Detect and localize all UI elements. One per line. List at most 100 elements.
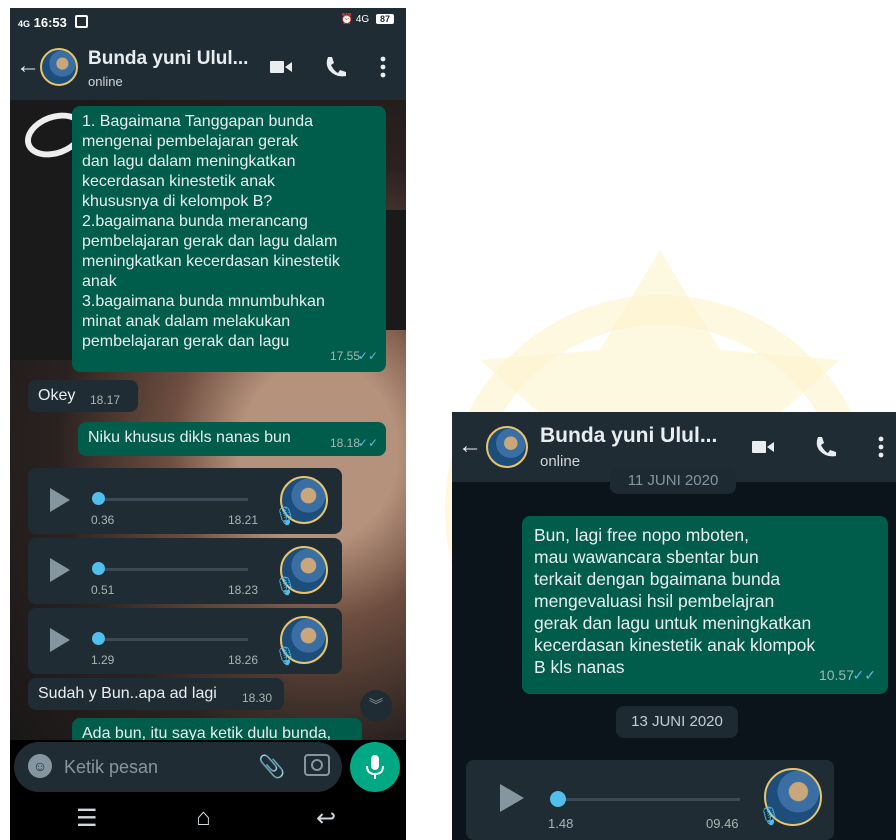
message-line: terkait dengan bgaimana bunda [534, 569, 781, 589]
mic-icon: 🎙 [758, 806, 781, 826]
battery-indicator: 87 [375, 14, 394, 24]
audio-progress-track[interactable] [98, 498, 248, 501]
message-line: khususnya di kelompok B? [82, 193, 273, 210]
message-time: 18.21 [228, 513, 259, 527]
play-icon[interactable] [50, 628, 70, 652]
mic-icon [366, 755, 384, 779]
double-check-icon: ✓✓ [357, 436, 378, 450]
audio-progress-track[interactable] [98, 568, 248, 571]
alarm-network-indicator: ⏰ 4G [340, 14, 370, 25]
notification-icon [74, 15, 88, 28]
phone-icon[interactable] [812, 434, 838, 460]
message-text: Okey [38, 387, 76, 404]
message-line: mengenai pembelajaran gerak [82, 133, 299, 150]
message-line: minat anak dalam melakukan [82, 313, 291, 330]
menu-icon[interactable]: ☰ [76, 804, 98, 833]
double-check-icon: ✓✓ [357, 349, 378, 363]
message-text: Ada bun, itu saya ketik dulu bunda, [82, 725, 332, 740]
message-line: 2.bagaimana bunda merancang [82, 213, 308, 230]
outgoing-message[interactable]: 1. Bagaimana Tanggapan bunda mengenai pe… [72, 106, 386, 372]
attach-icon[interactable]: 📎 [258, 754, 285, 780]
play-icon[interactable] [500, 784, 524, 812]
audio-progress-thumb[interactable] [550, 791, 566, 807]
chevron-down-icon: ︾ [369, 697, 383, 713]
clock: 16:53 [33, 15, 67, 30]
status-bar: 4G 16:53 ⏰ 4G 87 [10, 8, 406, 36]
message-line: Bun, lagi free nopo mboten, [534, 525, 750, 545]
voice-duration: 0.51 [91, 583, 115, 597]
outgoing-message[interactable]: Bun, lagi free nopo mboten, mau wawancar… [522, 516, 888, 694]
voice-record-button[interactable] [350, 742, 400, 792]
system-nav-bar: ☰ ⌂ ↩ [10, 798, 406, 840]
more-vert-icon[interactable] [370, 54, 396, 80]
message-line: mau wawancara sbentar bun [534, 547, 759, 567]
date-chip-label: 13 JUNI 2020 [631, 713, 723, 730]
back-nav-icon[interactable]: ↩ [316, 804, 336, 833]
voice-message[interactable]: 0.36 18.21 🎙 [28, 468, 342, 534]
message-line: pembelajaran gerak dan lagu dalam [82, 233, 338, 250]
contact-name[interactable]: Bunda yuni Ulul... [540, 424, 717, 448]
chat-area[interactable]: 11 JUNI 2020 Bun, lagi free nopo mboten,… [452, 468, 896, 840]
audio-progress-thumb[interactable] [92, 562, 105, 575]
video-call-icon[interactable] [268, 54, 294, 80]
message-line: dan lagu dalam meningkatkan [82, 153, 296, 170]
message-input[interactable] [62, 752, 246, 782]
more-vert-icon[interactable] [868, 434, 894, 460]
arrow-left-icon[interactable]: ← [16, 52, 40, 80]
message-line: 1. Bagaimana Tanggapan bunda [82, 113, 314, 130]
left-phone-screen: 4G 16:53 ⏰ 4G 87 ← Bunda yuni Ulul... on… [10, 8, 406, 840]
outgoing-message[interactable]: Ada bun, itu saya ketik dulu bunda, [72, 718, 362, 740]
voice-duration: 1.48 [548, 816, 574, 831]
message-line: gerak dan lagu untuk meningkatkan [534, 613, 812, 633]
message-time: 18.23 [228, 583, 259, 597]
arrow-left-icon[interactable]: ← [458, 432, 482, 460]
message-text: Niku khusus dikls nanas bun [88, 429, 291, 446]
incoming-message[interactable]: Sudah y Bun..apa ad lagi 18.30 [28, 678, 284, 710]
mic-icon: 🎙 [274, 576, 297, 596]
message-time: 17.55 [329, 349, 360, 363]
signal-indicator: 4G [18, 19, 31, 29]
message-time: 18.30 [242, 691, 273, 705]
audio-progress-thumb[interactable] [92, 632, 105, 645]
voice-duration: 1.29 [91, 653, 115, 667]
mic-icon: 🎙 [274, 506, 297, 526]
audio-progress-thumb[interactable] [92, 492, 105, 505]
chat-area[interactable]: 1. Bagaimana Tanggapan bunda mengenai pe… [10, 100, 406, 740]
date-chip-label: 11 JUNI 2020 [627, 472, 719, 489]
message-line: mengevaluasi hsil pembelajran [534, 591, 775, 611]
date-chip: 11 JUNI 2020 [610, 468, 736, 494]
contact-status: online [540, 453, 581, 470]
message-time: 18.26 [228, 653, 259, 667]
emoji-icon[interactable]: ☺ [28, 754, 52, 778]
home-icon[interactable]: ⌂ [196, 804, 211, 832]
video-call-icon[interactable] [750, 434, 776, 460]
contact-avatar[interactable] [486, 426, 528, 468]
message-line: anak [82, 273, 117, 290]
voice-message[interactable]: 1.48 09.46 🎙 [466, 760, 834, 840]
camera-icon[interactable] [304, 754, 330, 776]
voice-message[interactable]: 1.29 18.26 🎙 [28, 608, 342, 674]
contact-status: online [88, 74, 123, 89]
incoming-message[interactable]: Okey 18.17 [28, 380, 138, 412]
right-phone-screen: ← Bunda yuni Ulul... online 11 JUNI 2020… [452, 412, 896, 840]
message-input-bar: ☺ 📎 [14, 742, 342, 792]
audio-progress-track[interactable] [98, 638, 248, 641]
message-time: 09.46 [706, 816, 739, 831]
contact-avatar[interactable] [40, 48, 78, 86]
message-line: kecerdasan kinestetik anak [82, 173, 275, 190]
contact-name[interactable]: Bunda yuni Ulul... [88, 48, 248, 70]
outgoing-message[interactable]: Niku khusus dikls nanas bun 18.18 ✓✓ [78, 422, 386, 456]
date-chip: 13 JUNI 2020 [616, 706, 738, 738]
message-time: 18.18 [329, 436, 360, 450]
play-icon[interactable] [50, 488, 70, 512]
voice-message[interactable]: 0.51 18.23 🎙 [28, 538, 342, 604]
scroll-down-button[interactable]: ︾ [360, 690, 392, 722]
voice-duration: 0.36 [91, 513, 115, 527]
double-check-icon: ✓✓ [852, 667, 876, 683]
audio-progress-track[interactable] [560, 798, 740, 801]
message-time: 10.57 [818, 667, 854, 683]
phone-icon[interactable] [322, 54, 348, 80]
mic-icon: 🎙 [274, 646, 297, 666]
message-line: 3.bagaimana bunda mnumbuhkan [82, 293, 325, 310]
play-icon[interactable] [50, 558, 70, 582]
